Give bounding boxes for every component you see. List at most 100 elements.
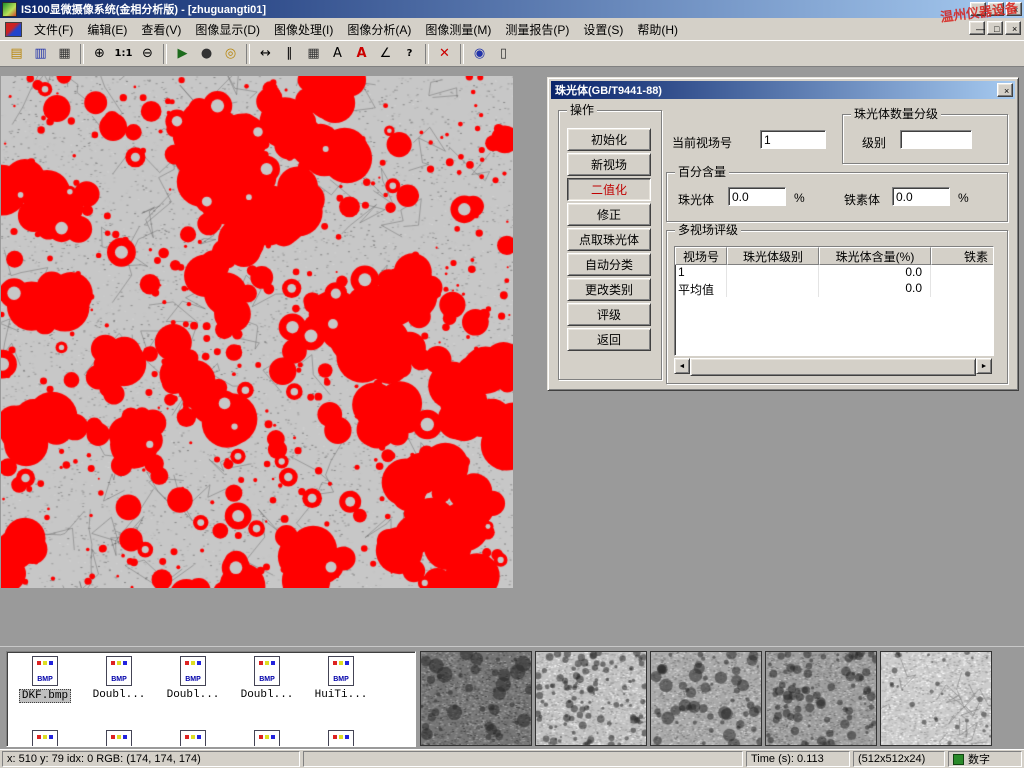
menu-bar: 文件(F) 编辑(E) 查看(V) 图像显示(D) 图像处理(I) 图像分析(A… [0, 18, 1024, 40]
menu-edit[interactable]: 编辑(E) [80, 18, 134, 41]
scroll-left-button[interactable]: ◄ [674, 358, 690, 374]
return-button[interactable]: 返回 [567, 328, 651, 351]
grade-button[interactable]: 评级 [567, 303, 651, 326]
sample-thumbnail[interactable] [880, 651, 992, 746]
menu-settings[interactable]: 设置(S) [576, 18, 630, 41]
bmp-file-icon: BMP [254, 656, 280, 686]
file-item[interactable]: BMP HuiTi... [305, 656, 377, 701]
video-capture-icon: ▶ [178, 46, 188, 61]
menu-help[interactable]: 帮助(H) [630, 18, 685, 41]
table-row[interactable]: 1 0.0 [675, 265, 993, 281]
dialog-close-button[interactable]: × [997, 83, 1013, 97]
table-horizontal-scrollbar[interactable]: ◄ ► [674, 358, 992, 374]
file-list: BMP DKF.bmp BMP Doubl... BMP Doubl... BM… [6, 651, 416, 747]
dialog-title: 珠光体(GB/T9441-88) [555, 82, 662, 98]
menu-image-measure[interactable]: 图像测量(M) [418, 18, 498, 41]
scrollbar-thumb[interactable] [690, 358, 976, 376]
actual-size-icon: 1:1 [115, 48, 133, 59]
file-name[interactable]: Doubl... [165, 689, 222, 701]
grid-measure-button[interactable]: ▦ [302, 43, 325, 65]
sample-thumbnail[interactable] [650, 651, 762, 746]
file-item[interactable]: BMP Doubl... [83, 656, 155, 701]
dialog-title-bar[interactable]: 珠光体(GB/T9441-88) [551, 81, 1015, 99]
binarize-button[interactable]: 二值化 [567, 178, 651, 201]
correct-button[interactable]: 修正 [567, 203, 651, 226]
zoom-in-button[interactable]: ⊕ [88, 43, 111, 65]
multifield-group-label: 多视场评级 [675, 223, 741, 237]
file-item[interactable]: BMP [83, 730, 155, 747]
file-name[interactable]: Doubl... [91, 689, 148, 701]
camera-button[interactable]: ● [195, 43, 218, 65]
pearlite-input[interactable] [728, 187, 786, 206]
toolbar-separator [425, 44, 429, 64]
toolbar: ▤ ▥ ▦ ⊕ 1:1 ⊖ ▶ ● ◎ ↔ ∥ ▦ A A ∠ ? ✕ ◉ ▯ [0, 40, 1024, 67]
delete-tool-button[interactable]: ✕ [433, 43, 456, 65]
row1-content: 0.0 [819, 265, 931, 281]
font-tool-button[interactable]: A [350, 43, 373, 65]
menu-image-analysis[interactable]: 图像分析(A) [340, 18, 418, 41]
cursor-position-text: x: 510 y: 79 idx: 0 RGB: (174, 174, 174) [7, 753, 201, 765]
text-tool-button[interactable]: A [326, 43, 349, 65]
delete-tool-icon: ✕ [439, 46, 450, 61]
file-item[interactable]: BMP [157, 730, 229, 747]
col-pearlite-content: 珠光体含量(%) [819, 247, 931, 265]
ferrite-input[interactable] [892, 187, 950, 206]
row2-content: 0.0 [819, 281, 931, 297]
toolbar-separator [246, 44, 250, 64]
mode-panel: 数字 [948, 751, 1022, 767]
menu-image-display[interactable]: 图像显示(D) [188, 18, 267, 41]
file-item[interactable]: BMP Doubl... [157, 656, 229, 701]
init-button[interactable]: 初始化 [567, 128, 651, 151]
bmp-file-icon: BMP [32, 730, 58, 747]
child-minimize-button[interactable]: — [969, 21, 985, 35]
file-name[interactable]: Doubl... [239, 689, 296, 701]
menu-view[interactable]: 查看(V) [134, 18, 188, 41]
sample-thumbnail[interactable] [420, 651, 532, 746]
sample-thumbnail[interactable] [535, 651, 647, 746]
row1-field: 1 [675, 265, 727, 281]
text-tool-icon: A [333, 46, 342, 61]
scroll-right-button[interactable]: ► [976, 358, 992, 374]
document-icon [5, 22, 22, 37]
white-balance-button[interactable]: ◎ [219, 43, 242, 65]
zoom-out-icon: ⊖ [142, 46, 153, 61]
open-button[interactable]: ▤ [5, 43, 28, 65]
parallel-measure-button[interactable]: ∥ [278, 43, 301, 65]
open-icon: ▤ [10, 46, 22, 61]
child-close-button[interactable]: × [1005, 21, 1021, 35]
change-class-button[interactable]: 更改类别 [567, 278, 651, 301]
save-button[interactable]: ▥ [29, 43, 52, 65]
new-field-button[interactable]: 新视场 [567, 153, 651, 176]
help-button[interactable]: ? [398, 43, 421, 65]
menu-measure-report[interactable]: 测量报告(P) [498, 18, 576, 41]
print-button[interactable]: ▦ [53, 43, 76, 65]
file-name[interactable]: HuiTi... [313, 689, 370, 701]
child-restore-button[interactable]: □ [987, 21, 1003, 35]
pearlite-label: 珠光体 [678, 191, 714, 208]
caliper-button[interactable]: ↔ [254, 43, 277, 65]
file-item[interactable]: BMP [305, 730, 377, 747]
ruler-button[interactable]: ▯ [492, 43, 515, 65]
sample-thumbnail[interactable] [765, 651, 877, 746]
toolbar-separator [80, 44, 84, 64]
time-text: Time (s): 0.113 [751, 753, 824, 765]
file-name[interactable]: DKF.bmp [19, 689, 71, 703]
preview-button[interactable]: ◉ [468, 43, 491, 65]
file-item[interactable]: BMP [9, 730, 81, 747]
actual-size-button[interactable]: 1:1 [112, 43, 135, 65]
window-title: IS100显微摄像系统(金相分析版) - [zhuguangti01] [21, 1, 266, 17]
auto-classify-button[interactable]: 自动分类 [567, 253, 651, 276]
current-field-input[interactable] [760, 130, 826, 149]
menu-image-process[interactable]: 图像处理(I) [267, 18, 340, 41]
level-input[interactable] [900, 130, 972, 149]
file-item[interactable]: BMP Doubl... [231, 656, 303, 701]
metallographic-image[interactable] [1, 76, 513, 588]
file-item[interactable]: BMP [231, 730, 303, 747]
zoom-out-button[interactable]: ⊖ [136, 43, 159, 65]
file-item[interactable]: BMP DKF.bmp [9, 656, 81, 703]
pick-pearlite-button[interactable]: 点取珠光体 [567, 228, 651, 251]
table-row[interactable]: 平均值 0.0 [675, 281, 993, 297]
video-capture-button[interactable]: ▶ [171, 43, 194, 65]
menu-file[interactable]: 文件(F) [27, 18, 80, 41]
angle-tool-button[interactable]: ∠ [374, 43, 397, 65]
